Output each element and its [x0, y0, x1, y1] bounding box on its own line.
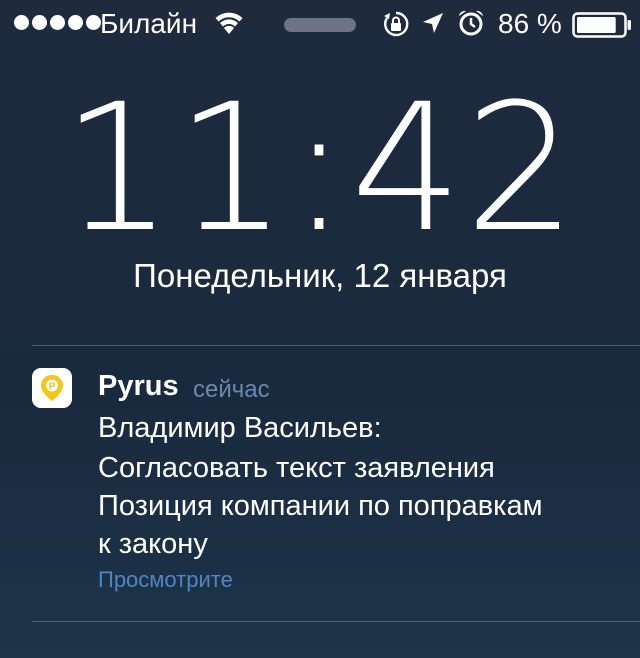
status-bar: Билайн 86 %	[0, 0, 640, 48]
notification-time: сейчас	[193, 376, 270, 403]
lock-screen-clock: 11:42	[61, 66, 579, 271]
view-action-link[interactable]: Просмотрите	[98, 566, 233, 594]
lock-grabber[interactable]	[284, 18, 356, 32]
battery-icon	[572, 12, 631, 38]
notification-item[interactable]: P Pyrus сейчас Владимир Васильев: Соглас…	[0, 346, 640, 616]
location-arrow-icon	[423, 13, 443, 33]
notification-sender: Владимир Васильев:	[98, 412, 382, 444]
notification-app-name: Pyrus	[98, 370, 179, 402]
rotation-lock-icon	[384, 11, 409, 37]
lock-screen-date: Понедельник, 12 января	[133, 257, 507, 294]
pyrus-app-icon: P	[32, 368, 72, 408]
alarm-icon	[459, 10, 483, 36]
notification-message-line: Позиция компании по поправкам	[98, 490, 543, 522]
battery-percent: 86 %	[498, 8, 562, 39]
wifi-icon	[215, 12, 243, 34]
cell-signal-icon	[14, 15, 101, 33]
notification-message-line: Согласовать текст заявления	[98, 452, 495, 484]
notification-message-line: к закону	[98, 528, 208, 560]
carrier-name: Билайн	[100, 8, 198, 39]
svg-text:P: P	[49, 382, 56, 393]
notification-bottom-divider	[32, 621, 640, 622]
